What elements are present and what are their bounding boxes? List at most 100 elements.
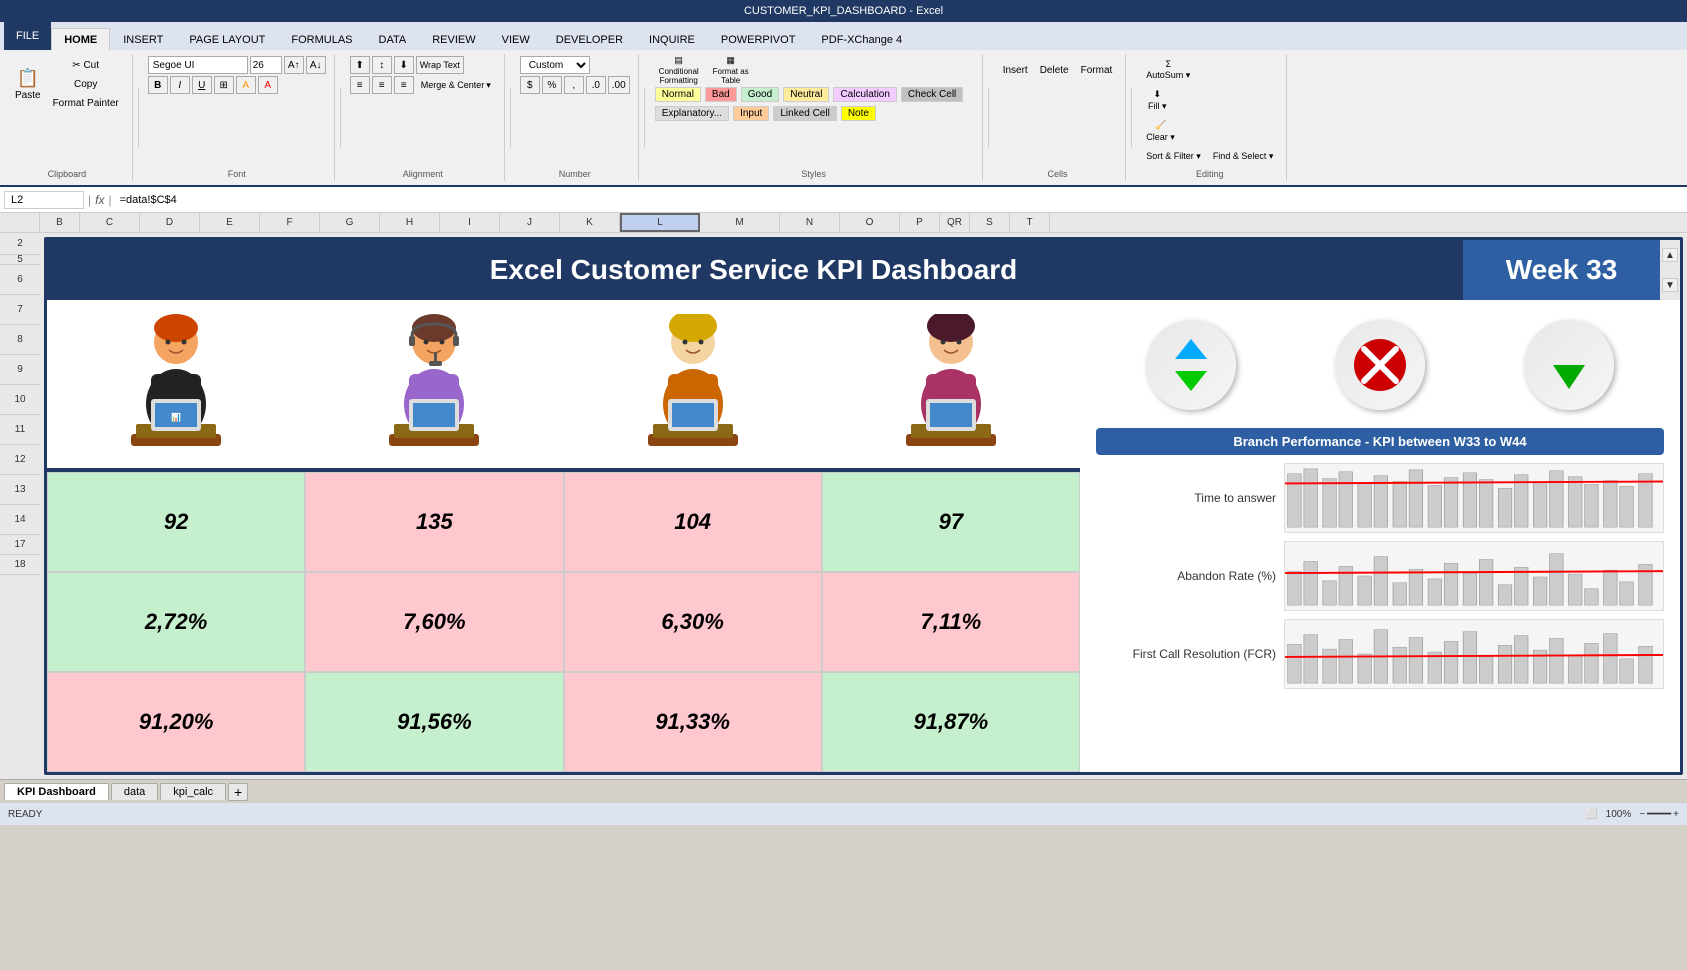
fill-color-button[interactable]: A [236,76,256,94]
col-header-d[interactable]: D [140,213,200,232]
sheet-tab-data[interactable]: data [111,783,158,800]
row-18[interactable]: 18 [0,555,40,575]
tab-insert[interactable]: INSERT [110,28,176,50]
kpi-cell-3-4[interactable]: 91,87% [822,672,1080,772]
align-left-btn[interactable]: ≡ [350,76,370,94]
row-9[interactable]: 9 [0,355,40,385]
autosum-btn[interactable]: Σ AutoSum ▾ [1141,56,1195,84]
row-6[interactable]: 6 [0,265,40,295]
col-header-s[interactable]: S [970,213,1010,232]
row-10[interactable]: 10 [0,385,40,415]
bold-button[interactable]: B [148,76,168,94]
delete-cells-btn[interactable]: Delete [1035,56,1074,84]
formula-input[interactable] [116,192,1683,208]
zoom-slider[interactable]: ━━━━ [1647,809,1671,820]
kpi-cell-1-4[interactable]: 97 [822,472,1080,572]
row-13[interactable]: 13 [0,475,40,505]
font-color-button[interactable]: A [258,76,278,94]
row-11[interactable]: 11 [0,415,40,445]
kpi-cell-3-2[interactable]: 91,56% [305,672,563,772]
tab-powerpivot[interactable]: POWERPIVOT [708,28,809,50]
tab-view[interactable]: VIEW [489,28,543,50]
currency-btn[interactable]: $ [520,76,540,94]
linked-style-btn[interactable]: Linked Cell [773,106,836,121]
tab-review[interactable]: REVIEW [419,28,488,50]
italic-button[interactable]: I [170,76,190,94]
week-scroll-up[interactable]: ▲ [1662,248,1678,262]
normal-style-btn[interactable]: Normal [655,87,701,102]
tab-formulas[interactable]: FORMULAS [278,28,365,50]
kpi-cell-1-2[interactable]: 135 [305,472,563,572]
kpi-cell-1-3[interactable]: 104 [564,472,822,572]
align-center-btn[interactable]: ≡ [372,76,392,94]
col-header-l[interactable]: L [620,213,700,232]
col-header-j[interactable]: J [500,213,560,232]
format-table-btn[interactable]: ▦ Format as Table [706,56,756,84]
clear-btn[interactable]: 🧹 Clear ▾ [1141,117,1180,146]
tab-inquire[interactable]: INQUIRE [636,28,708,50]
col-header-p[interactable]: P [900,213,940,232]
name-box[interactable] [4,191,84,209]
percent-btn[interactable]: % [542,76,562,94]
col-header-n[interactable]: N [780,213,840,232]
decrease-decimal-btn[interactable]: .00 [608,76,630,94]
row-14[interactable]: 14 [0,505,40,535]
zoom-in-btn[interactable]: + [1673,809,1679,820]
format-cells-btn[interactable]: Format [1076,56,1118,84]
tab-pdfxchange[interactable]: PDF-XChange 4 [808,28,915,50]
kpi-cell-3-3[interactable]: 91,33% [564,672,822,772]
col-header-o[interactable]: O [840,213,900,232]
col-header-b[interactable]: B [40,213,80,232]
decrease-font-btn[interactable]: A↓ [306,56,326,74]
note-style-btn[interactable]: Note [841,106,876,121]
number-format-dropdown[interactable]: Custom General Number Currency Accountin… [520,56,590,74]
underline-button[interactable]: U [192,76,212,94]
merge-center-btn[interactable]: Merge & Center▾ [416,77,496,94]
row-12[interactable]: 12 [0,445,40,475]
input-style-btn[interactable]: Input [733,106,769,121]
font-name-input[interactable] [148,56,248,74]
align-bottom-btn[interactable]: ⬇ [394,56,414,74]
good-style-btn[interactable]: Good [741,87,779,102]
border-button[interactable]: ⊞ [214,76,234,94]
kpi-cell-3-1[interactable]: 91,20% [47,672,305,772]
row-2[interactable]: 2 [0,233,40,255]
increase-decimal-btn[interactable]: .0 [586,76,606,94]
kpi-cell-2-1[interactable]: 2,72% [47,572,305,672]
copy-button[interactable]: Copy [48,76,124,93]
week-scroll-down[interactable]: ▼ [1662,278,1678,292]
tab-file[interactable]: FILE [4,22,51,50]
kpi-cell-2-2[interactable]: 7,60% [305,572,563,672]
tab-data[interactable]: DATA [366,28,420,50]
kpi-cell-1-1[interactable]: 92 [47,472,305,572]
bad-style-btn[interactable]: Bad [705,87,737,102]
align-right-btn[interactable]: ≡ [394,76,414,94]
comma-btn[interactable]: , [564,76,584,94]
explanatory-style-btn[interactable]: Explanatory... [655,106,729,121]
align-top-btn[interactable]: ⬆ [350,56,370,74]
zoom-out-btn[interactable]: − [1639,809,1645,820]
increase-font-btn[interactable]: A↑ [284,56,304,74]
neutral-style-btn[interactable]: Neutral [783,87,829,102]
col-header-g[interactable]: G [320,213,380,232]
col-header-i[interactable]: I [440,213,500,232]
col-header-t[interactable]: T [1010,213,1050,232]
align-middle-btn[interactable]: ↕ [372,56,392,74]
sheet-tab-kpi-calc[interactable]: kpi_calc [160,783,226,800]
col-header-k[interactable]: K [560,213,620,232]
tab-home[interactable]: HOME [51,28,110,50]
format-painter-button[interactable]: Format Painter [48,95,124,112]
kpi-cell-2-3[interactable]: 6,30% [564,572,822,672]
col-header-f[interactable]: F [260,213,320,232]
row-7[interactable]: 7 [0,295,40,325]
add-sheet-button[interactable]: + [228,783,248,801]
fill-btn[interactable]: ⬇ Fill ▾ [1141,86,1173,115]
font-size-input[interactable] [250,56,282,74]
insert-cells-btn[interactable]: Insert [998,56,1033,84]
tab-page-layout[interactable]: PAGE LAYOUT [176,28,278,50]
paste-button[interactable]: 📋 Paste [10,56,46,112]
col-header-m[interactable]: M [700,213,780,232]
check-style-btn[interactable]: Check Cell [901,87,963,102]
sheet-tab-kpi-dashboard[interactable]: KPI Dashboard [4,783,109,800]
row-5[interactable]: 5 [0,255,40,265]
